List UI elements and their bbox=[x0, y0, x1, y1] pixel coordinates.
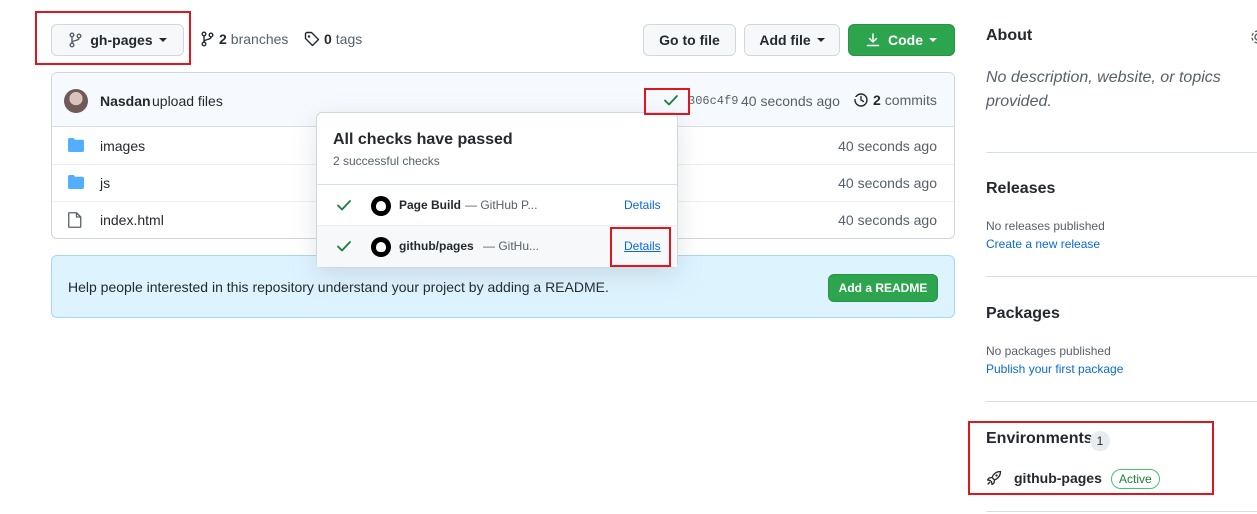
check-name: github/pages bbox=[399, 239, 474, 253]
check-icon[interactable] bbox=[664, 94, 678, 106]
tag-icon bbox=[304, 31, 320, 47]
rocket-icon bbox=[986, 470, 1002, 486]
divider bbox=[986, 401, 1257, 402]
environments-title[interactable]: Environments bbox=[986, 430, 1093, 448]
check-icon bbox=[337, 199, 351, 211]
tags-count: 0 bbox=[324, 31, 332, 47]
file-age: 40 seconds ago bbox=[838, 175, 937, 191]
avatar[interactable] bbox=[64, 89, 88, 113]
commit-sha[interactable]: 306c4f9 bbox=[688, 94, 738, 108]
divider bbox=[986, 276, 1257, 277]
file-name[interactable]: index.html bbox=[100, 212, 164, 228]
file-age: 40 seconds ago bbox=[838, 138, 937, 154]
releases-title[interactable]: Releases bbox=[986, 180, 1055, 198]
download-icon bbox=[866, 33, 880, 47]
environments-count-badge: 1 bbox=[1090, 431, 1110, 451]
file-name[interactable]: images bbox=[100, 138, 145, 154]
commit-time: 40 seconds ago bbox=[741, 93, 840, 109]
github-logo-icon bbox=[371, 196, 391, 216]
commits-count: 2 bbox=[873, 92, 881, 108]
file-name[interactable]: js bbox=[100, 175, 110, 191]
chevron-down-icon bbox=[929, 38, 937, 42]
gear-icon[interactable] bbox=[1250, 29, 1257, 45]
check-details-link[interactable]: Details bbox=[624, 198, 661, 212]
check-icon bbox=[337, 240, 351, 252]
file-age: 40 seconds ago bbox=[838, 212, 937, 228]
add-file-button[interactable]: Add file bbox=[744, 24, 840, 56]
checks-header: All checks have passed 2 successful chec… bbox=[317, 113, 677, 185]
go-to-file-button[interactable]: Go to file bbox=[643, 24, 736, 56]
code-button[interactable]: Code bbox=[848, 24, 955, 56]
commits-link[interactable]: 2 commits bbox=[853, 92, 937, 108]
about-title: About bbox=[986, 27, 1033, 44]
divider bbox=[986, 511, 1257, 512]
checks-popover: All checks have passed 2 successful chec… bbox=[316, 112, 678, 268]
git-branch-icon bbox=[200, 31, 214, 47]
commit-message[interactable]: upload files bbox=[152, 93, 223, 109]
releases-empty: No releases published bbox=[986, 219, 1105, 233]
branches-label: branches bbox=[230, 31, 289, 47]
branch-name: gh-pages bbox=[90, 32, 153, 48]
publish-package-link[interactable]: Publish your first package bbox=[986, 362, 1123, 376]
file-icon bbox=[68, 212, 82, 231]
packages-title[interactable]: Packages bbox=[986, 305, 1060, 323]
checks-subtitle: 2 successful checks bbox=[333, 154, 440, 168]
check-item: github/pages — GitHu... Details bbox=[317, 226, 677, 267]
environment-status-badge: Active bbox=[1111, 469, 1160, 489]
check-name: Page Build bbox=[399, 198, 462, 212]
tags-link[interactable]: 0 tags bbox=[304, 31, 362, 47]
check-details-link[interactable]: Details bbox=[624, 239, 661, 253]
github-logo-icon bbox=[371, 237, 391, 257]
readme-banner-text: Help people interested in this repositor… bbox=[68, 279, 609, 295]
history-icon bbox=[853, 92, 869, 108]
chevron-down-icon bbox=[816, 38, 825, 42]
about-text: No description, website, or topics provi… bbox=[986, 69, 1221, 110]
add-readme-button[interactable]: Add a README bbox=[828, 274, 938, 302]
go-to-file-label: Go to file bbox=[659, 32, 720, 48]
folder-icon bbox=[68, 138, 84, 155]
check-desc: — GitHub P... bbox=[465, 198, 538, 212]
add-file-label: Add file bbox=[759, 32, 811, 48]
code-label: Code bbox=[888, 32, 923, 48]
environment-name-link[interactable]: github-pages bbox=[1014, 470, 1102, 486]
commits-label: commits bbox=[884, 92, 937, 108]
add-readme-label: Add a README bbox=[838, 281, 928, 295]
tags-label: tags bbox=[335, 31, 363, 47]
create-release-link[interactable]: Create a new release bbox=[986, 237, 1100, 251]
check-item: Page Build — GitHub P... Details bbox=[317, 185, 677, 226]
branch-select-button[interactable]: gh-pages bbox=[51, 24, 184, 56]
branches-count: 2 bbox=[219, 31, 227, 47]
folder-icon bbox=[68, 175, 84, 192]
branches-link[interactable]: 2 branches bbox=[200, 31, 288, 47]
commit-author[interactable]: Nasdan bbox=[100, 93, 151, 109]
checks-title: All checks have passed bbox=[333, 131, 513, 148]
divider bbox=[986, 152, 1257, 153]
packages-empty: No packages published bbox=[986, 344, 1111, 358]
git-branch-icon bbox=[68, 32, 82, 48]
check-desc: — GitHu... bbox=[483, 239, 540, 253]
chevron-down-icon bbox=[158, 38, 167, 42]
